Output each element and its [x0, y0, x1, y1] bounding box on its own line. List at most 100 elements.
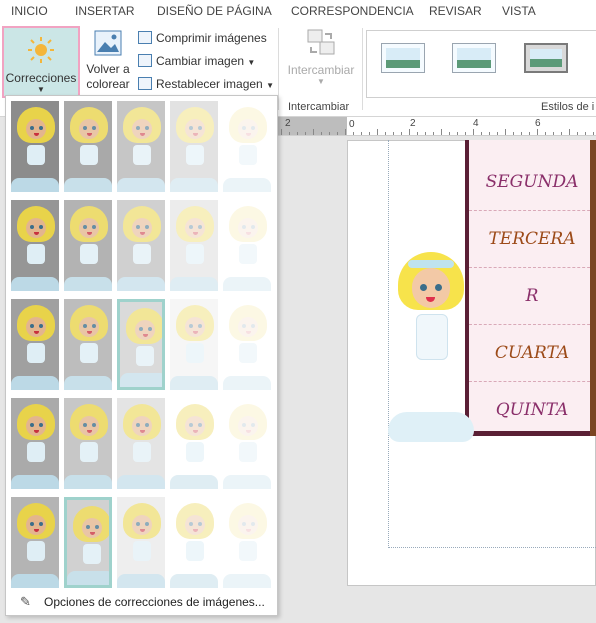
correction-preset[interactable]: [223, 497, 271, 588]
cloud-shape: [64, 376, 112, 390]
cell-text: CUARTA: [494, 342, 570, 363]
swap-icon: [307, 29, 335, 55]
ruler-tick: [337, 132, 338, 135]
opciones-correcciones-menu-item[interactable]: ✎ Opciones de correcciones de imágenes..…: [6, 592, 279, 616]
tab-vista[interactable]: VISTA: [502, 4, 536, 18]
correction-preset[interactable]: [11, 299, 59, 390]
picture-icon: [94, 30, 122, 56]
correction-preset[interactable]: [170, 200, 218, 291]
cloud-shape: [11, 277, 59, 291]
girl-thumbnail: [176, 503, 214, 543]
word-table[interactable]: SEGUNDA TERCERA R CUARTA QUINTA: [465, 140, 595, 436]
picture-style-2[interactable]: [452, 43, 496, 73]
dress-shape: [186, 442, 204, 462]
girl-picture[interactable]: [398, 252, 464, 364]
correction-preset[interactable]: [64, 497, 112, 588]
cloud-shape: [170, 178, 218, 192]
girl-thumbnail: [229, 305, 267, 345]
correction-preset[interactable]: [11, 497, 59, 588]
picture-style-3[interactable]: [524, 43, 568, 73]
correction-preset[interactable]: [223, 101, 271, 192]
dress-shape: [83, 544, 101, 564]
correction-preset[interactable]: [223, 299, 271, 390]
cloud-shape: [223, 277, 271, 291]
tab-insertar[interactable]: INSERTAR: [75, 4, 135, 18]
girl-thumbnail: [17, 503, 55, 543]
chevron-down-icon: ▼: [247, 58, 256, 67]
cloud-shape: [223, 475, 271, 489]
correction-preset[interactable]: [64, 299, 112, 390]
correction-preset[interactable]: [117, 497, 165, 588]
comprimir-imagenes-button[interactable]: Comprimir imágenes: [138, 31, 267, 45]
girl-thumbnail: [70, 206, 108, 246]
comprimir-label: Comprimir imágenes: [156, 31, 267, 45]
dress-shape: [186, 541, 204, 561]
girl-thumbnail: [176, 107, 214, 147]
ruler-tick: [425, 132, 426, 135]
correction-preset[interactable]: [170, 398, 218, 489]
cambiar-imagen-button[interactable]: Cambiar imagen ▼: [138, 54, 255, 68]
intercambiar-group-label: Intercambiar: [288, 101, 350, 113]
dress-shape: [239, 442, 257, 462]
ruler-tick: [409, 129, 410, 135]
tab-revisar[interactable]: REVISAR: [429, 4, 482, 18]
ruler-label: 4: [473, 118, 479, 129]
chevron-down-icon: ▼: [37, 85, 45, 94]
dress-shape: [80, 442, 98, 462]
table-row[interactable]: TERCERA: [469, 210, 595, 268]
restablecer-label: Restablecer imagen: [156, 77, 263, 91]
ruler-tick: [441, 129, 442, 135]
correction-preset[interactable]: [11, 101, 59, 192]
tab-correspondencia[interactable]: CORRESPONDENCIA: [291, 4, 414, 18]
cloud-shape: [11, 178, 59, 192]
volver-a-colorear-button[interactable]: Volver a colorear ▼: [83, 30, 133, 105]
correction-preset[interactable]: [117, 299, 165, 390]
girl-thumbnail: [229, 503, 267, 543]
correction-preset[interactable]: [170, 497, 218, 588]
correcciones-button[interactable]: Correcciones ▼: [2, 26, 80, 98]
dress-shape: [133, 145, 151, 165]
correction-preset[interactable]: [223, 200, 271, 291]
cloud-shape: [170, 475, 218, 489]
ruler-tick: [593, 132, 594, 135]
dress-shape: [186, 244, 204, 264]
colorear-label: colorear: [86, 77, 130, 91]
cloud-shape: [117, 574, 165, 588]
tab-inicio[interactable]: INICIO: [11, 4, 48, 18]
intercambiar-button[interactable]: Intercambiar ▼: [283, 28, 359, 96]
correction-preset[interactable]: [11, 398, 59, 489]
cloud-shape: [117, 475, 165, 489]
correction-preset[interactable]: [170, 299, 218, 390]
ruler-tick: [569, 129, 570, 135]
ruler-tick: [297, 132, 298, 135]
correction-preset[interactable]: [64, 398, 112, 489]
table-row[interactable]: CUARTA: [469, 324, 595, 382]
correction-preset[interactable]: [117, 398, 165, 489]
girl-thumbnail: [229, 404, 267, 444]
correction-preset[interactable]: [223, 398, 271, 489]
tab-diseno-de-pagina[interactable]: DISEÑO DE PÁGINA: [157, 4, 272, 18]
correction-preset[interactable]: [64, 101, 112, 192]
ruler-tick: [345, 129, 346, 135]
table-row[interactable]: R: [469, 267, 595, 325]
restablecer-imagen-button[interactable]: Restablecer imagen ▼: [138, 77, 274, 91]
ruler-label: 2: [410, 118, 416, 129]
cell-text: R: [525, 285, 539, 306]
cambiar-label: Cambiar imagen: [156, 54, 245, 68]
dress-shape: [133, 442, 151, 462]
opciones-label: Opciones de correcciones de imágenes...: [44, 595, 265, 609]
correction-preset[interactable]: [117, 101, 165, 192]
ruler-tick: [457, 132, 458, 135]
table-row[interactable]: QUINTA: [469, 381, 595, 438]
ruler-tick: [433, 132, 434, 135]
correction-preset[interactable]: [170, 101, 218, 192]
correction-preset[interactable]: [117, 200, 165, 291]
chevron-down-icon: ▼: [317, 77, 325, 86]
table-row[interactable]: SEGUNDA: [469, 153, 595, 211]
margin-guide: [388, 547, 596, 548]
correction-preset[interactable]: [11, 200, 59, 291]
correction-preset[interactable]: [64, 200, 112, 291]
picture-style-1[interactable]: [381, 43, 425, 73]
cloud-shape: [11, 475, 59, 489]
cloud-shape: [223, 574, 271, 588]
